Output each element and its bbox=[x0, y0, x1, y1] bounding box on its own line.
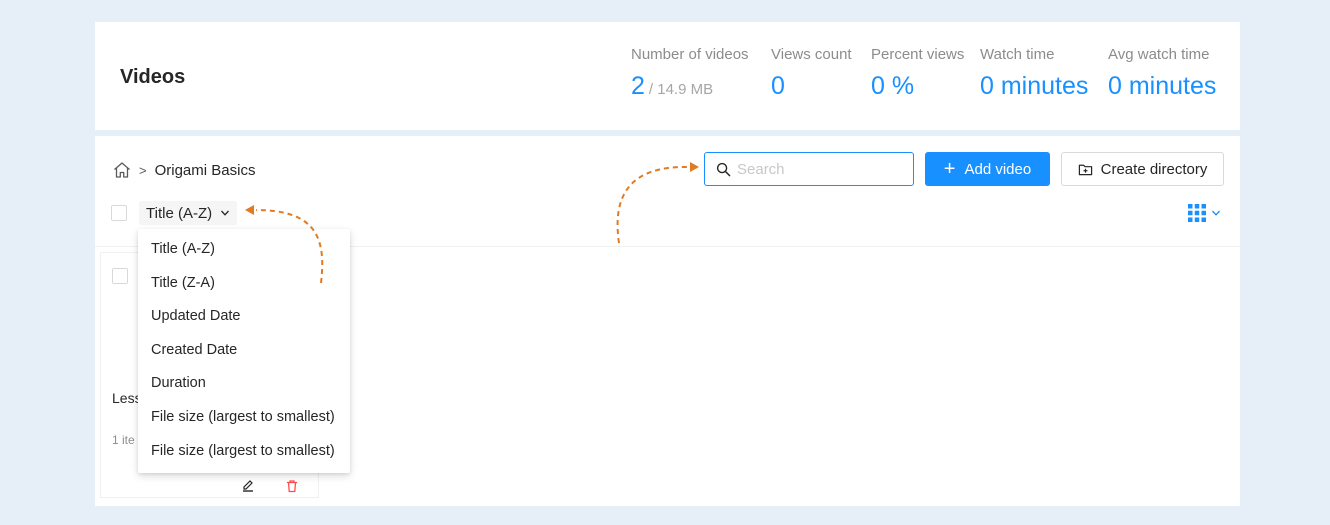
chevron-down-icon bbox=[1212, 210, 1220, 216]
video-card-meta: 1 ite bbox=[112, 433, 135, 447]
sort-option-updated-date[interactable]: Updated Date bbox=[138, 300, 350, 334]
stat-number-of-videos: Number of videos 2/ 14.9 MB bbox=[631, 46, 749, 101]
stat-label: Avg watch time bbox=[1108, 46, 1210, 63]
home-icon[interactable] bbox=[112, 160, 132, 180]
stat-label: Percent views bbox=[871, 46, 965, 63]
create-directory-label: Create directory bbox=[1100, 160, 1208, 178]
page-title: Videos bbox=[120, 66, 186, 88]
stat-value: 0 minutes bbox=[980, 72, 1089, 100]
stat-views-count: Views count 0 bbox=[771, 46, 852, 101]
grid-icon bbox=[1188, 204, 1206, 222]
sort-select[interactable]: Title (A-Z) bbox=[139, 201, 238, 225]
stats-header: Videos Number of videos 2/ 14.9 MB Views… bbox=[95, 22, 1240, 130]
stat-value: 0 bbox=[771, 72, 785, 100]
breadcrumb-current: Origami Basics bbox=[154, 161, 256, 179]
stat-value: 2/ 14.9 MB bbox=[631, 72, 749, 101]
view-mode-toggle[interactable] bbox=[1188, 204, 1221, 222]
create-directory-button[interactable]: Create directory bbox=[1061, 152, 1224, 186]
search-icon bbox=[716, 162, 731, 176]
sort-option-file-size-2[interactable]: File size (largest to smallest) bbox=[138, 435, 350, 469]
search-box[interactable] bbox=[704, 152, 914, 186]
sort-selected-label: Title (A-Z) bbox=[146, 204, 213, 222]
stat-value-sub: / 14.9 MB bbox=[648, 81, 714, 98]
add-video-button[interactable]: + Add video bbox=[925, 152, 1050, 186]
breadcrumb-separator: > bbox=[139, 162, 147, 178]
stat-label: Number of videos bbox=[631, 46, 749, 63]
add-video-label: Add video bbox=[964, 160, 1032, 178]
sort-option-duration[interactable]: Duration bbox=[138, 367, 350, 401]
sort-option-title-asc[interactable]: Title (A-Z) bbox=[138, 233, 350, 267]
chevron-down-icon bbox=[221, 210, 230, 216]
stat-value-number: 2 bbox=[631, 72, 645, 100]
sort-option-title-desc[interactable]: Title (Z-A) bbox=[138, 267, 350, 301]
select-all-checkbox[interactable] bbox=[111, 205, 127, 221]
stat-label: Views count bbox=[771, 46, 852, 63]
folder-plus-icon bbox=[1078, 164, 1092, 175]
sort-dropdown-menu: Title (A-Z) Title (Z-A) Updated Date Cre… bbox=[138, 229, 350, 473]
sort-option-file-size[interactable]: File size (largest to smallest) bbox=[138, 401, 350, 435]
stat-avg-watch-time: Avg watch time 0 minutes bbox=[1108, 46, 1216, 101]
stat-label: Watch time bbox=[980, 46, 1055, 63]
breadcrumb: > Origami Basics bbox=[112, 160, 255, 180]
stat-watch-time: Watch time 0 minutes bbox=[980, 46, 1088, 101]
stat-percent-views: Percent views 0 % bbox=[871, 46, 964, 101]
edit-icon[interactable] bbox=[241, 479, 255, 493]
sort-option-created-date[interactable]: Created Date bbox=[138, 334, 350, 368]
plus-icon: + bbox=[943, 158, 956, 180]
stat-value: 0 % bbox=[871, 72, 915, 100]
video-card-checkbox[interactable] bbox=[112, 268, 128, 284]
delete-icon[interactable] bbox=[285, 479, 299, 493]
search-input[interactable] bbox=[737, 160, 897, 178]
stat-value: 0 minutes bbox=[1108, 72, 1217, 100]
